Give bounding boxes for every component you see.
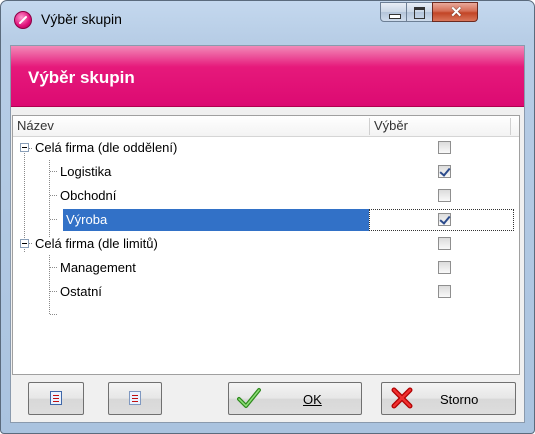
selection-checkbox[interactable] bbox=[438, 189, 451, 202]
selection-checkbox[interactable] bbox=[438, 261, 451, 274]
selection-checkbox[interactable] bbox=[438, 141, 451, 154]
tree-row-label: Obchodní bbox=[60, 188, 117, 203]
tree-row[interactable]: Celá firma (dle oddělení) bbox=[13, 137, 519, 161]
button-bar: OK Storno bbox=[12, 376, 523, 422]
group-tree: Název Výběr Celá firma (dle oddělení) Lo… bbox=[12, 115, 520, 375]
banner-title: Výběr skupin bbox=[28, 68, 135, 87]
uncheck-all-button[interactable] bbox=[108, 382, 162, 415]
tree-row[interactable]: Celá firma (dle limitů) bbox=[13, 233, 519, 257]
check-all-button[interactable] bbox=[28, 382, 84, 415]
minimize-button[interactable] bbox=[380, 2, 407, 22]
list-icon bbox=[129, 391, 141, 405]
tree-row-label: Celá firma (dle limitů) bbox=[35, 236, 158, 251]
tree-row-label: Logistika bbox=[60, 164, 112, 179]
window-title: Výběr skupin bbox=[41, 11, 122, 27]
dialog-window: Výběr skupin ✕ Výběr skupin Název Výběr bbox=[0, 0, 535, 434]
close-button[interactable]: ✕ bbox=[432, 2, 478, 22]
dialog-client-area: Výběr skupin Název Výběr Celá firma (dle… bbox=[10, 45, 525, 423]
tree-row[interactable]: Ostatní bbox=[13, 281, 519, 305]
tree-row-selected[interactable]: Výroba bbox=[13, 209, 519, 233]
collapse-icon[interactable] bbox=[20, 239, 29, 248]
maximize-icon bbox=[414, 7, 425, 19]
close-icon: ✕ bbox=[450, 4, 463, 21]
title-bar[interactable]: Výběr skupin ✕ bbox=[1, 1, 534, 45]
tree-header: Název Výběr bbox=[13, 116, 519, 137]
maximize-button[interactable] bbox=[406, 2, 433, 22]
tree-row-label: Celá firma (dle oddělení) bbox=[35, 140, 178, 155]
header-banner: Výběr skupin bbox=[11, 46, 524, 107]
ok-button[interactable]: OK bbox=[228, 382, 362, 415]
check-list-icon bbox=[50, 391, 62, 405]
storno-button[interactable]: Storno bbox=[381, 382, 516, 415]
red-x-icon bbox=[390, 387, 414, 412]
tree-row[interactable]: Management bbox=[13, 257, 519, 281]
selection-checkbox[interactable] bbox=[438, 165, 451, 178]
tree-row[interactable]: Obchodní bbox=[13, 185, 519, 209]
column-divider[interactable] bbox=[369, 118, 370, 135]
selection-checkbox[interactable] bbox=[438, 285, 451, 298]
check-mark-icon bbox=[237, 387, 261, 412]
ok-button-label: OK bbox=[303, 392, 322, 407]
selection-checkbox[interactable] bbox=[438, 213, 451, 226]
app-icon bbox=[14, 11, 32, 29]
selection-highlight bbox=[63, 209, 369, 231]
storno-button-label: Storno bbox=[440, 392, 479, 407]
column-header-name[interactable]: Název bbox=[17, 118, 54, 133]
tree-row-label: Ostatní bbox=[60, 284, 102, 299]
tree-row-label: Výroba bbox=[66, 212, 108, 227]
column-header-selection[interactable]: Výběr bbox=[374, 118, 408, 133]
tree-row[interactable]: Logistika bbox=[13, 161, 519, 185]
selection-checkbox[interactable] bbox=[438, 237, 451, 250]
tree-row-label: Management bbox=[60, 260, 136, 275]
collapse-icon[interactable] bbox=[20, 143, 29, 152]
column-divider[interactable] bbox=[510, 118, 511, 135]
minimize-icon bbox=[389, 14, 401, 19]
